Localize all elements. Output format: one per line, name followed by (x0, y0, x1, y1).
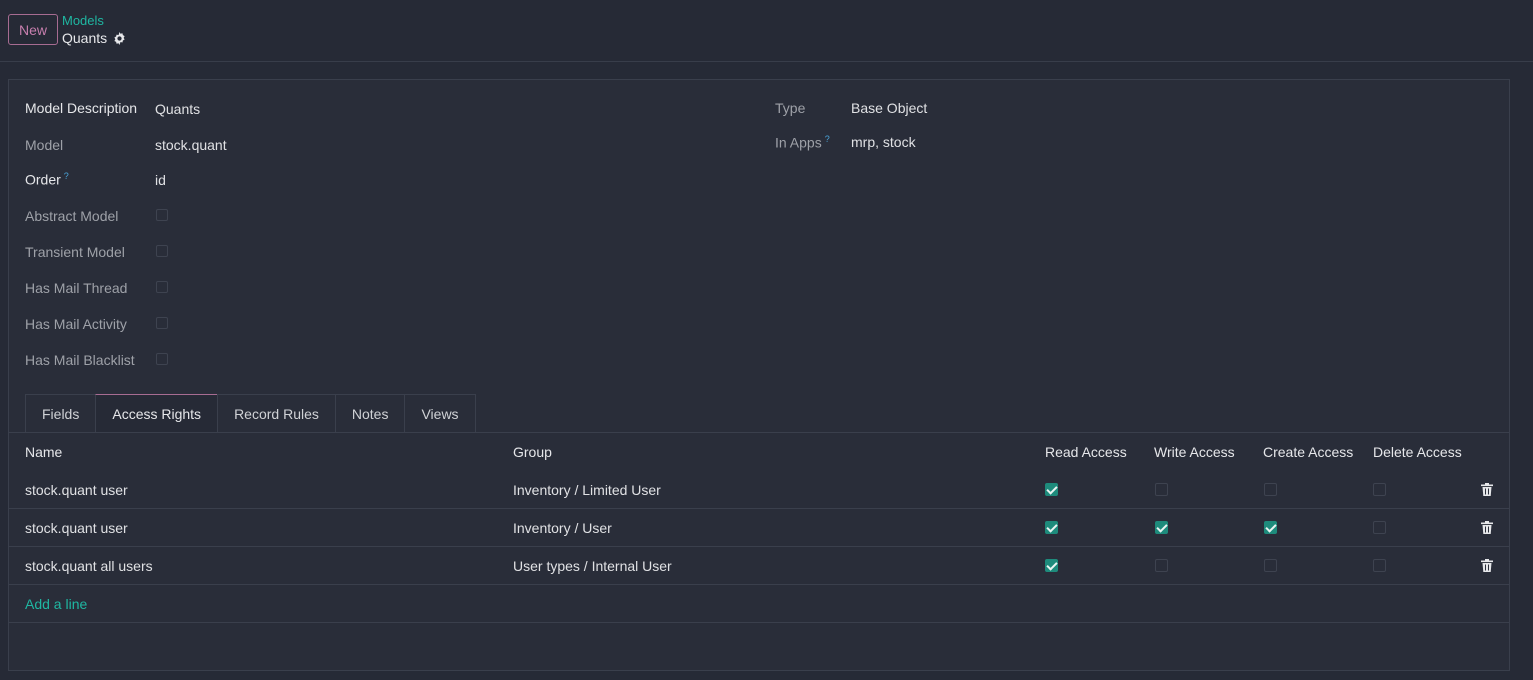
add-line-row: Add a line (9, 585, 1509, 623)
row-name: stock.quant all users (25, 558, 153, 574)
trash-icon[interactable] (1481, 521, 1493, 537)
type-label: Type (775, 100, 806, 116)
write-access-checkbox[interactable] (1155, 521, 1168, 534)
abstract-model-checkbox[interactable] (156, 209, 168, 221)
gear-icon[interactable] (113, 31, 126, 45)
model-description-field[interactable]: Quants (155, 101, 200, 117)
create-access-checkbox[interactable] (1264, 559, 1277, 572)
column-header-delete-access[interactable]: Delete Access (1373, 433, 1462, 471)
new-button[interactable]: New (8, 14, 58, 45)
help-icon[interactable]: ? (825, 134, 830, 144)
table-row[interactable]: stock.quant all users User types / Inter… (9, 547, 1509, 585)
in-apps-label-text: In Apps (775, 134, 822, 151)
delete-access-checkbox[interactable] (1373, 483, 1386, 496)
breadcrumb-current: Quants (62, 30, 126, 46)
create-access-checkbox[interactable] (1264, 521, 1277, 534)
in-apps-field[interactable]: mrp, stock (851, 134, 916, 150)
tab-notes[interactable]: Notes (334, 394, 405, 433)
control-panel: New Models Quants (0, 0, 1533, 62)
model-description-label: Model Description (25, 100, 138, 116)
column-header-read-access[interactable]: Read Access (1045, 433, 1127, 471)
row-group: Inventory / User (513, 520, 612, 536)
column-header-group[interactable]: Group (513, 433, 552, 471)
tab-fields[interactable]: Fields (25, 394, 96, 433)
row-name: stock.quant user (25, 482, 128, 498)
add-line-link[interactable]: Add a line (25, 585, 87, 623)
transient-model-checkbox[interactable] (156, 245, 168, 257)
tab-views[interactable]: Views (404, 394, 476, 433)
table-row[interactable]: stock.quant user Inventory / User (9, 509, 1509, 547)
help-icon[interactable]: ? (64, 171, 69, 181)
breadcrumb-current-label: Quants (62, 30, 108, 46)
order-label-text: Order (25, 171, 61, 188)
column-header-name[interactable]: Name (25, 433, 62, 471)
column-header-create-access[interactable]: Create Access (1263, 433, 1353, 471)
abstract-model-label: Abstract Model (25, 208, 119, 224)
has-mail-thread-checkbox[interactable] (156, 281, 168, 293)
model-field[interactable]: stock.quant (155, 137, 227, 153)
in-apps-label: In Apps? (775, 134, 830, 151)
notebook-tabs: Fields Access Rights Record Rules Notes … (25, 394, 476, 433)
has-mail-activity-label: Has Mail Activity (25, 316, 127, 332)
has-mail-thread-label: Has Mail Thread (25, 280, 128, 296)
has-mail-blacklist-label: Has Mail Blacklist (25, 352, 135, 368)
order-label: Order? (25, 171, 69, 188)
row-name: stock.quant user (25, 520, 128, 536)
access-rights-table: Name Group Read Access Write Access Crea… (9, 432, 1509, 623)
column-header-write-access[interactable]: Write Access (1154, 433, 1235, 471)
table-header: Name Group Read Access Write Access Crea… (9, 433, 1509, 471)
scrollbar[interactable] (1521, 62, 1533, 680)
breadcrumb-parent-link[interactable]: Models (62, 13, 104, 28)
read-access-checkbox[interactable] (1045, 483, 1058, 496)
delete-access-checkbox[interactable] (1373, 521, 1386, 534)
has-mail-blacklist-checkbox[interactable] (156, 353, 168, 365)
tab-access-rights[interactable]: Access Rights (95, 394, 218, 433)
row-group: User types / Internal User (513, 558, 672, 574)
trash-icon[interactable] (1481, 559, 1493, 575)
order-field[interactable]: id (155, 172, 166, 188)
type-field[interactable]: Base Object (851, 100, 927, 116)
write-access-checkbox[interactable] (1155, 559, 1168, 572)
create-access-checkbox[interactable] (1264, 483, 1277, 496)
read-access-checkbox[interactable] (1045, 559, 1058, 572)
has-mail-activity-checkbox[interactable] (156, 317, 168, 329)
trash-icon[interactable] (1481, 483, 1493, 499)
row-group: Inventory / Limited User (513, 482, 661, 498)
tab-record-rules[interactable]: Record Rules (217, 394, 335, 433)
write-access-checkbox[interactable] (1155, 483, 1168, 496)
transient-model-label: Transient Model (25, 244, 125, 260)
form-sheet: Model Description Quants Model stock.qua… (8, 79, 1510, 671)
delete-access-checkbox[interactable] (1373, 559, 1386, 572)
model-label: Model (25, 137, 64, 153)
table-row[interactable]: stock.quant user Inventory / Limited Use… (9, 471, 1509, 509)
read-access-checkbox[interactable] (1045, 521, 1058, 534)
